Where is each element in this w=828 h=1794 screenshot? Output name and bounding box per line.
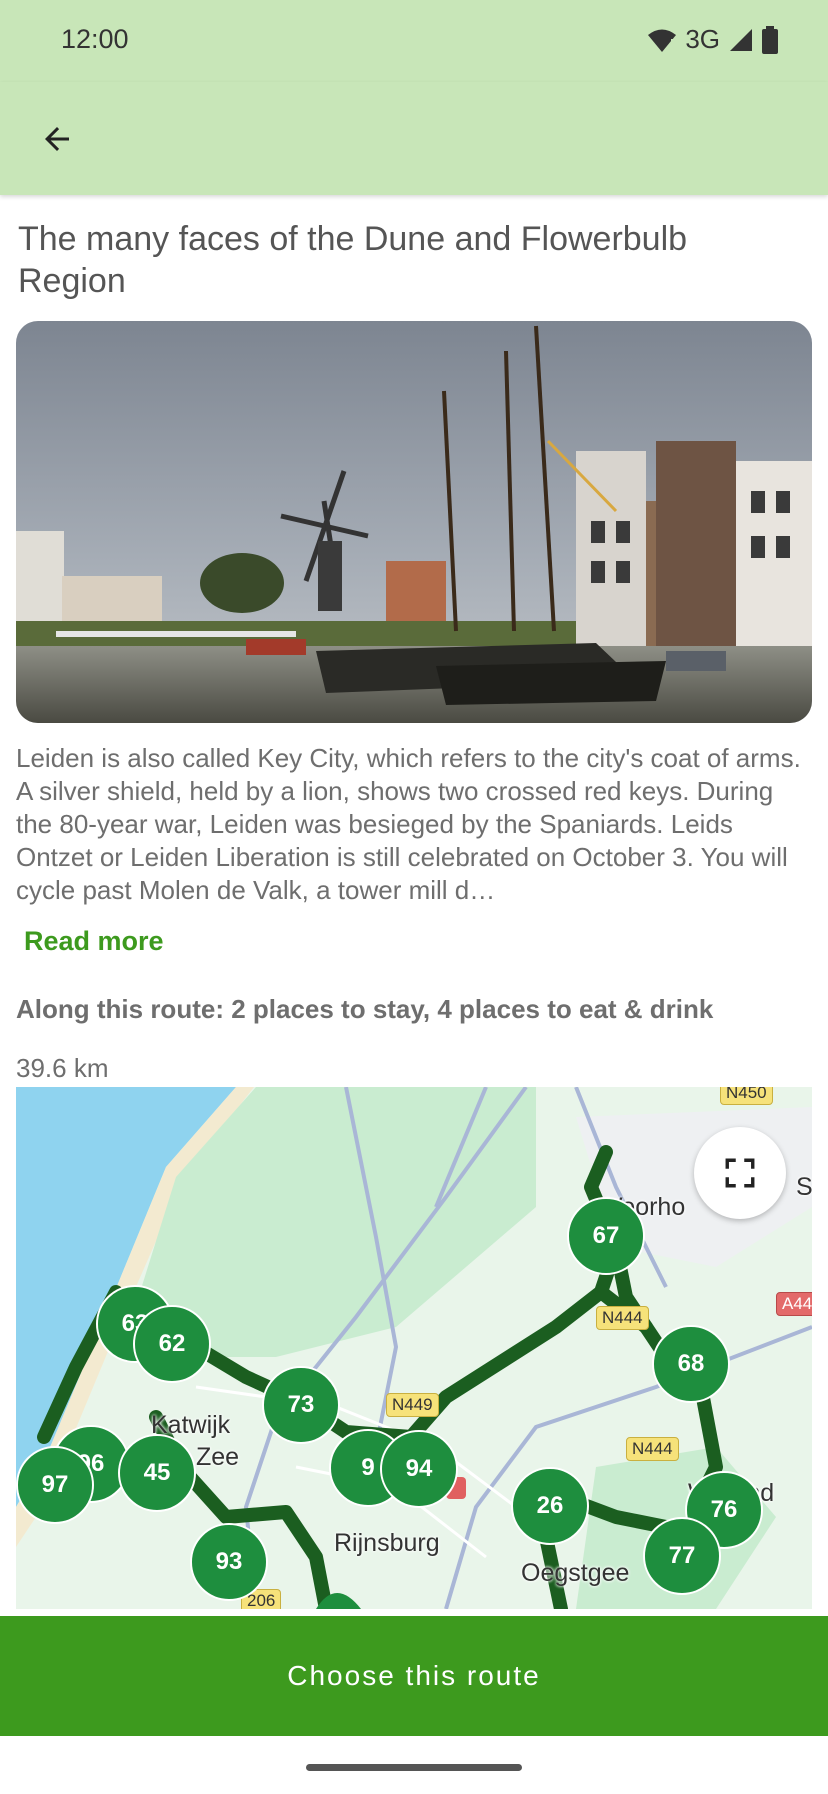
route-marker-67[interactable]: 67 [567, 1197, 645, 1275]
road-label-n450: N450 [720, 1087, 773, 1105]
battery-icon [762, 25, 778, 54]
route-photo [16, 321, 812, 723]
route-marker-73[interactable]: 73 [262, 1366, 340, 1444]
signal-icon [730, 28, 752, 51]
route-marker-93[interactable]: 93 [190, 1523, 268, 1601]
road-label-n449: N449 [386, 1393, 439, 1417]
town-oegstgeest: Oegstgee [521, 1559, 630, 1587]
route-marker-68[interactable]: 68 [652, 1325, 730, 1403]
route-title: The many faces of the Dune and Flowerbul… [18, 220, 688, 300]
back-button[interactable] [30, 112, 84, 166]
app-bar [0, 82, 828, 195]
route-description: Leiden is also called Key City, which re… [16, 743, 801, 905]
route-marker-94[interactable]: 94 [380, 1430, 458, 1508]
route-marker-97[interactable]: 97 [16, 1446, 94, 1524]
status-bar: 12:00 3G [0, 0, 828, 82]
wifi-icon [648, 29, 677, 52]
town-katwijk-zee: Zee [196, 1443, 240, 1471]
road-label-n444: N444 [596, 1306, 649, 1330]
fullscreen-button[interactable] [694, 1127, 786, 1219]
route-map[interactable]: N450 N444 N444 N449 206 A44 Katwijk Zee … [16, 1087, 812, 1609]
harbor-image [16, 321, 812, 723]
route-distance: 39.6 km [16, 1053, 109, 1083]
road-label-n444-2: N444 [626, 1437, 679, 1461]
along-route-summary: Along this route: 2 places to stay, 4 pl… [16, 994, 714, 1024]
home-indicator[interactable] [306, 1764, 522, 1771]
road-label-a44: A44 [776, 1292, 812, 1316]
fullscreen-icon [725, 1158, 755, 1188]
network-type: 3G [685, 24, 720, 54]
choose-route-button[interactable]: Choose this route [0, 1616, 828, 1736]
route-marker-26[interactable]: 26 [511, 1467, 589, 1545]
status-time: 12:00 [61, 24, 129, 54]
route-marker-62[interactable]: 62 [133, 1305, 211, 1383]
route-marker-45[interactable]: 45 [118, 1434, 196, 1512]
system-nav-bar [0, 1736, 828, 1794]
read-more-link[interactable]: Read more [24, 926, 164, 957]
arrow-left-icon [45, 127, 69, 151]
town-rijnsburg: Rijnsburg [334, 1529, 440, 1557]
town-s: S [796, 1173, 812, 1201]
status-icons: 3G [647, 24, 778, 55]
route-marker-77[interactable]: 77 [643, 1517, 721, 1595]
